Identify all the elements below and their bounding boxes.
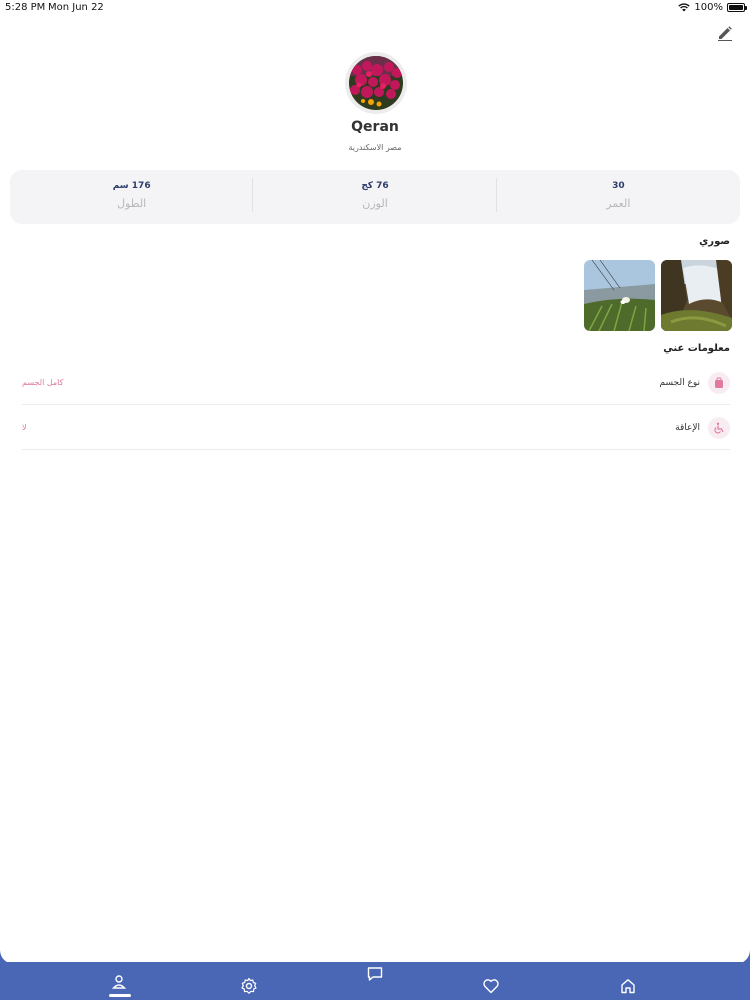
stat-age-label: العمر [606, 197, 631, 210]
stat-age-value: 30 [612, 181, 625, 191]
profile-icon [111, 975, 127, 989]
info-value-disability: لا [22, 423, 27, 432]
nav-favorites[interactable] [477, 972, 505, 1000]
stat-height-label: الطول [117, 197, 147, 210]
nav-profile[interactable] [105, 968, 133, 996]
photos-title: صوري [699, 236, 730, 247]
avatar[interactable] [345, 52, 407, 114]
status-time: 5:28 PM [5, 2, 46, 13]
status-date: Mon Jun 22 [48, 2, 104, 13]
stat-weight-value: 76 كج [361, 181, 389, 191]
chat-icon [367, 967, 383, 981]
settings-icon [241, 977, 257, 994]
stat-age: 30 العمر [497, 170, 740, 224]
status-bar: 5:28 PM Mon Jun 22 100% [0, 0, 750, 16]
stat-height-value: 176 سم [112, 181, 151, 191]
about-title: معلومات عني [663, 343, 730, 354]
stat-weight: 76 كج الوزن [253, 170, 498, 224]
photo-flower[interactable] [584, 260, 655, 331]
heart-icon [483, 979, 499, 994]
nav-top-edge [0, 940, 750, 964]
edit-profile-button[interactable] [716, 24, 734, 42]
stat-weight-label: الوزن [362, 197, 388, 210]
wifi-icon [678, 3, 691, 12]
info-row-body-type[interactable]: نوع الجسم كامل الجسم [22, 361, 730, 405]
photo-waterfall[interactable] [661, 260, 732, 331]
nav-home[interactable] [614, 972, 642, 1000]
body-type-icon [708, 371, 730, 394]
battery-percent: 100% [694, 2, 723, 13]
info-value-body-type: كامل الجسم [22, 378, 64, 387]
info-label-body-type: نوع الجسم [659, 377, 700, 388]
pencil-icon [718, 26, 732, 41]
battery-icon [727, 3, 747, 12]
photo-gallery [584, 260, 732, 331]
info-row-disability[interactable]: الإعاقة لا [22, 406, 730, 450]
status-right: 100% [678, 2, 747, 13]
profile-name: Qeran [351, 119, 399, 135]
nav-settings[interactable] [235, 972, 263, 1000]
wheelchair-icon [708, 416, 730, 439]
nav-chat[interactable] [361, 960, 389, 988]
info-label-disability: الإعاقة [675, 422, 700, 433]
stat-height: 176 سم الطول [10, 170, 254, 224]
nav-active-indicator [109, 994, 131, 997]
home-icon [621, 979, 635, 994]
profile-location: مصر الاسكندرية [348, 143, 402, 152]
stats-bar: 30 العمر 76 كج الوزن 176 سم الطول [10, 170, 740, 224]
avatar-image [349, 56, 403, 110]
